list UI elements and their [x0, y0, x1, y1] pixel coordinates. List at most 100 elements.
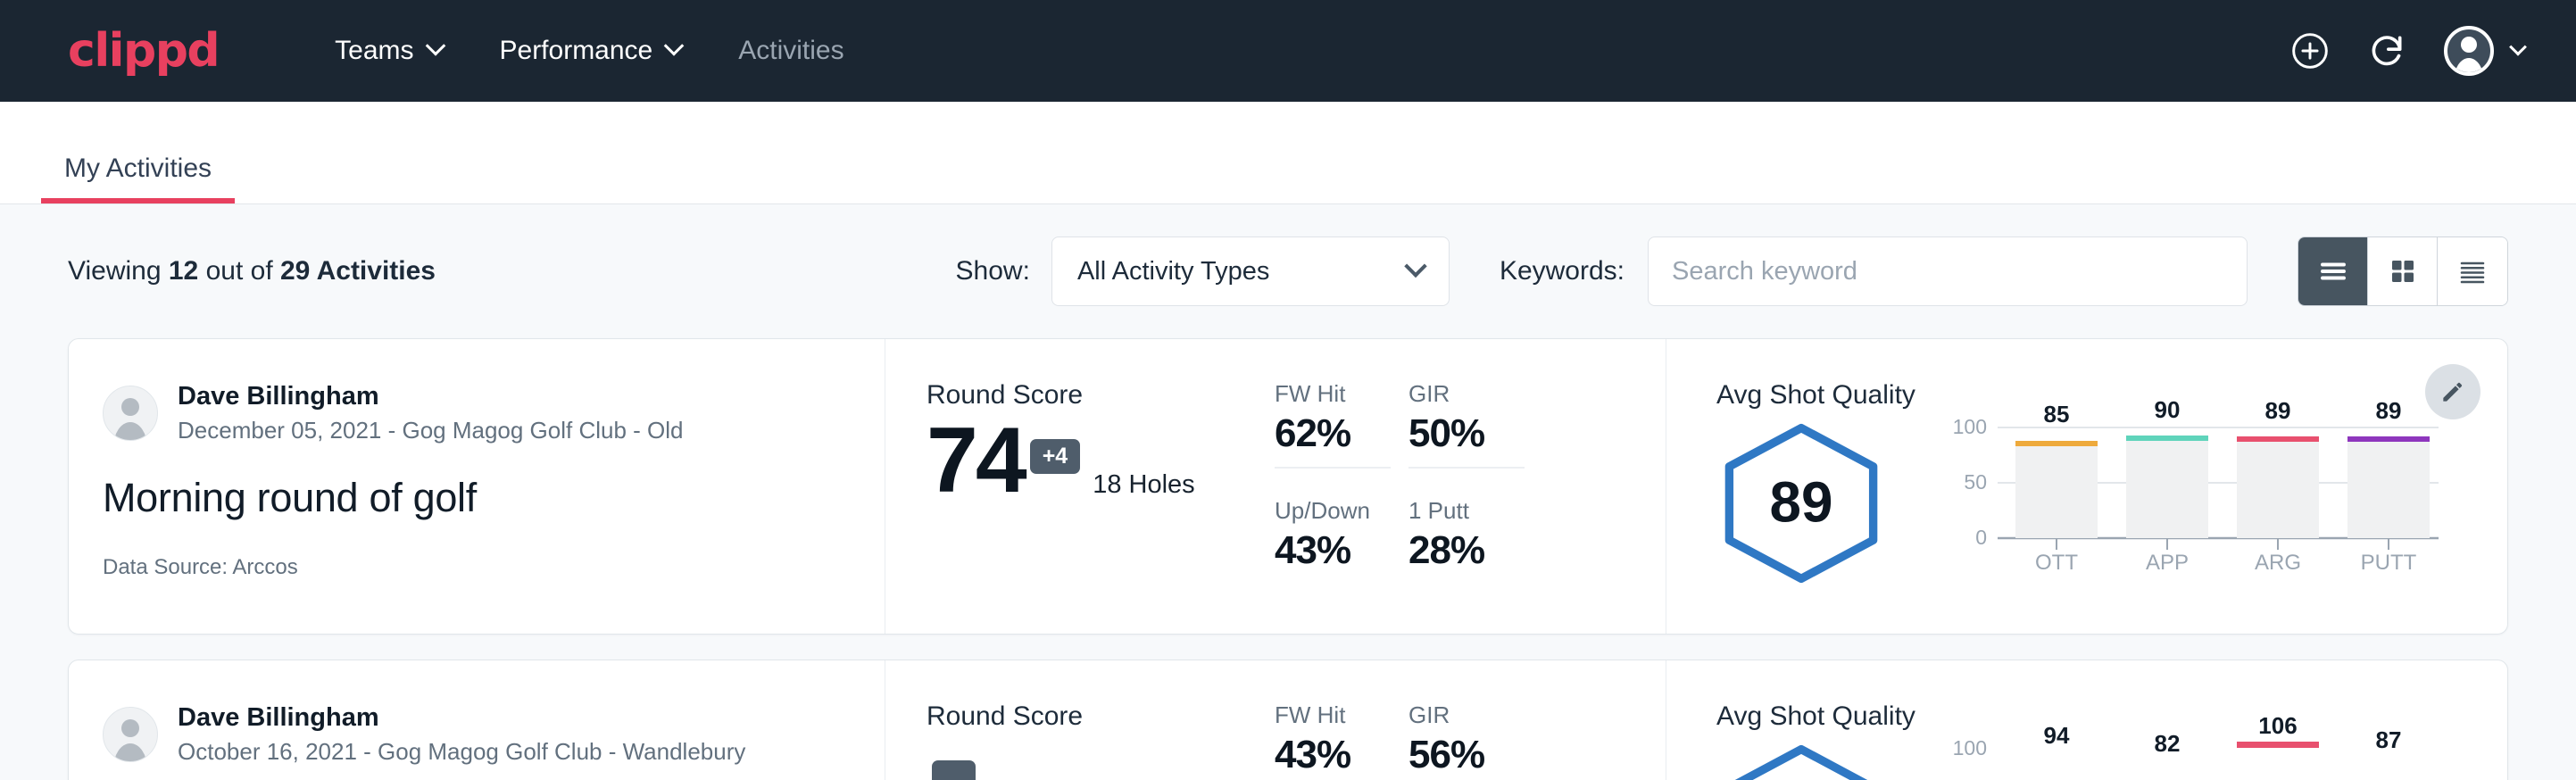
view-mode-toggle — [2298, 236, 2508, 306]
grid-icon — [2387, 255, 2419, 287]
stat-column: GIR 56% — [1408, 701, 1542, 780]
nav-item-teams[interactable]: Teams — [306, 25, 470, 77]
score-to-par-badge — [932, 760, 976, 780]
svg-text:106: 106 — [2258, 712, 2297, 739]
refresh-button[interactable] — [2367, 31, 2406, 71]
y-tick-50: 50 — [1964, 470, 1987, 494]
filter-bar: Viewing 12 out of 29 Activities Show: Al… — [68, 204, 2508, 338]
bar-putt: 89 PUTT — [2347, 397, 2430, 575]
stat-label: GIR — [1408, 380, 1542, 408]
keywords-label: Keywords: — [1500, 256, 1625, 286]
top-navbar: clippd Teams Performance Activities — [0, 0, 2576, 102]
svg-text:PUTT: PUTT — [2361, 551, 2417, 575]
svg-text:82: 82 — [2154, 730, 2180, 757]
activity-type-value: All Activity Types — [1077, 257, 1269, 286]
activity-summary: Dave Billingham October 16, 2021 - Gog M… — [69, 660, 885, 780]
stat-value: 28% — [1408, 528, 1542, 573]
add-button[interactable] — [2290, 31, 2330, 71]
stat-label: 1 Putt — [1408, 497, 1542, 525]
activity-player: Dave Billingham December 05, 2021 - Gog … — [103, 380, 885, 446]
svg-text:89: 89 — [2264, 397, 2290, 424]
filter-controls: Show: All Activity Types Keywords: — [956, 236, 2508, 306]
bar-arg: 106 — [2237, 712, 2319, 748]
stat-up-down: Up/Down 43% — [1275, 497, 1408, 585]
grid-view-button[interactable] — [2368, 237, 2438, 305]
activity-meta: October 16, 2021 - Gog Magog Golf Club -… — [178, 737, 745, 768]
activity-scores: Round Score FW Hit 43% GIR 56% — [885, 660, 1666, 780]
stat-label: FW Hit — [1275, 701, 1408, 729]
svg-text:89: 89 — [2375, 397, 2401, 424]
viewing-count: 12 — [169, 256, 198, 286]
bar-putt: 87 — [2375, 726, 2401, 753]
account-menu-button[interactable] — [2444, 26, 2524, 76]
avg-shot-quality-value: 89 — [1770, 470, 1833, 535]
avg-shot-quality: Avg Shot Quality 89 100 50 0 — [1666, 339, 2507, 634]
compact-view-button[interactable] — [2438, 237, 2507, 305]
stat-value: 43% — [1275, 733, 1408, 777]
stat-column: GIR 50% 1 Putt 28% — [1408, 380, 1542, 634]
search-input[interactable] — [1672, 257, 2223, 286]
avatar — [2444, 26, 2494, 76]
stat-value: 56% — [1408, 733, 1542, 777]
search-field[interactable] — [1648, 236, 2248, 306]
round-score-label: Round Score — [927, 701, 1275, 732]
stat-gir: GIR 56% — [1408, 701, 1542, 780]
bar-app: 90 APP — [2126, 396, 2208, 575]
primary-nav: Teams Performance Activities — [306, 25, 872, 77]
score-to-par-badge: +4 — [1030, 439, 1081, 474]
show-label: Show: — [956, 256, 1030, 286]
bar-arg: 89 ARG — [2237, 397, 2319, 575]
pencil-icon — [2439, 378, 2467, 406]
avg-shot-quality-label: Avg Shot Quality — [1716, 701, 1915, 732]
svg-text:94: 94 — [2043, 722, 2069, 749]
app-logo[interactable]: clippd — [68, 28, 219, 74]
plus-circle-icon — [2290, 31, 2330, 71]
bar-app: 82 — [2154, 730, 2180, 757]
chevron-down-icon — [425, 36, 445, 56]
tab-my-activities[interactable]: My Activities — [41, 154, 235, 203]
avg-shot-quality: Avg Shot Quality 100 94 82 — [1666, 660, 2507, 780]
hex-score: 89 — [1716, 423, 1915, 588]
svg-text:OTT: OTT — [2035, 551, 2078, 575]
bar-chart: 100 50 0 85 OTT — [1946, 391, 2446, 578]
stat-value: 62% — [1275, 411, 1408, 456]
nav-item-label: Performance — [500, 36, 653, 66]
stat-value: 50% — [1408, 411, 1542, 456]
stat-value: 43% — [1275, 528, 1408, 573]
activity-data-source: Data Source: Arccos — [103, 555, 885, 580]
activity-summary: Dave Billingham December 05, 2021 - Gog … — [69, 339, 885, 634]
round-stats: FW Hit 62% Up/Down 43% GIR 50% — [1275, 380, 1666, 634]
edit-activity-button[interactable] — [2425, 364, 2480, 419]
main-content: Viewing 12 out of 29 Activities Show: Al… — [0, 204, 2576, 780]
tab-label: My Activities — [64, 154, 212, 183]
round-stats: FW Hit 43% GIR 56% — [1275, 701, 1666, 780]
activity-card[interactable]: Dave Billingham December 05, 2021 - Gog … — [68, 338, 2508, 635]
y-tick-100: 100 — [1953, 736, 1987, 759]
list-icon — [2317, 255, 2349, 287]
player-name: Dave Billingham — [178, 701, 745, 734]
shot-quality-chart: 100 94 82 106 87 — [1946, 712, 2446, 780]
viewing-count-text: Viewing 12 out of 29 Activities — [68, 256, 436, 286]
round-score-block: Round Score 74 +4 18 Holes — [927, 380, 1275, 634]
chevron-down-icon — [1404, 255, 1426, 278]
chevron-down-icon — [664, 36, 685, 56]
y-tick-0: 0 — [1975, 526, 1987, 549]
lines-icon — [2456, 255, 2489, 287]
stat-label: Up/Down — [1275, 497, 1408, 525]
round-score-block: Round Score — [927, 701, 1275, 780]
list-view-button[interactable] — [2298, 237, 2368, 305]
bar-chart: 100 94 82 106 87 — [1946, 712, 2446, 780]
nav-item-performance[interactable]: Performance — [471, 25, 710, 77]
round-score-label: Round Score — [927, 380, 1275, 411]
hexagon-icon: 89 — [1716, 423, 1886, 584]
avatar — [103, 707, 158, 762]
activity-card[interactable]: Dave Billingham October 16, 2021 - Gog M… — [68, 660, 2508, 780]
stat-label: GIR — [1408, 701, 1542, 729]
nav-item-activities[interactable]: Activities — [710, 25, 872, 77]
activity-type-select[interactable]: All Activity Types — [1051, 236, 1450, 306]
stat-label: FW Hit — [1275, 380, 1408, 408]
activity-scores: Round Score 74 +4 18 Holes FW Hit 62% Up… — [885, 339, 1666, 634]
holes-played: 18 Holes — [1093, 470, 1194, 500]
divider — [1408, 467, 1525, 469]
avg-shot-quality-label: Avg Shot Quality — [1716, 380, 1915, 411]
